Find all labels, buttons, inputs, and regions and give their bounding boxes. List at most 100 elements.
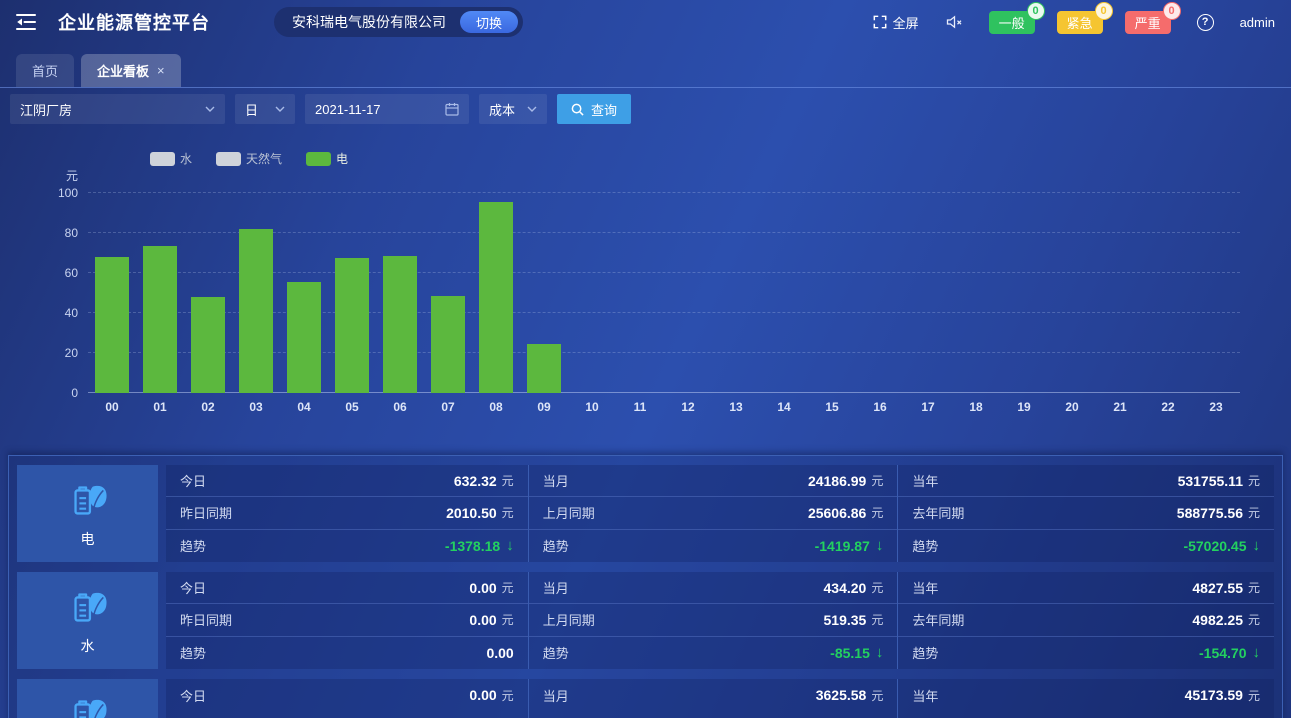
- energy-cell-趋势: 趋势-154.70↓: [898, 637, 1274, 669]
- chart-band: [952, 193, 1000, 393]
- x-tick-label: 03: [232, 400, 280, 414]
- date-input[interactable]: 2021-11-17: [305, 94, 469, 124]
- x-tick-label: 02: [184, 400, 232, 414]
- trend-down-arrow: ↓: [876, 537, 884, 554]
- chart-band: [760, 193, 808, 393]
- x-tick-label: 06: [376, 400, 424, 414]
- cell-value: 2010.50元: [446, 504, 514, 521]
- chart-x-axis: 0001020304050607080910111213141516171819…: [88, 400, 1240, 414]
- fullscreen-button[interactable]: 全屏: [873, 13, 919, 32]
- cell-value: 45173.59元: [1185, 687, 1260, 704]
- chart-band: [1048, 193, 1096, 393]
- y-tick-label: 40: [65, 306, 78, 320]
- energy-col: 当年531755.11元去年同期588775.56元趋势-57020.45↓: [897, 465, 1274, 562]
- energy-col: 今日0.00元: [166, 679, 528, 718]
- chart-band: [184, 193, 232, 393]
- sidebar-collapse-icon[interactable]: [16, 13, 36, 31]
- cell-label: 今日: [180, 578, 206, 597]
- date-value: 2021-11-17: [315, 102, 381, 117]
- search-icon: [571, 103, 584, 116]
- x-tick-label: 11: [616, 400, 664, 414]
- user-name[interactable]: admin: [1240, 15, 1275, 30]
- energy-cell-趋势: 趋势-57020.45↓: [898, 530, 1274, 562]
- energy-cell-当月: 当月24186.99元: [529, 465, 898, 497]
- energy-type-card-water: 水: [17, 572, 158, 669]
- cell-value: 531755.11元: [1178, 472, 1260, 489]
- chevron-down-icon: [205, 106, 215, 112]
- y-tick-label: 60: [65, 266, 78, 280]
- x-tick-label: 08: [472, 400, 520, 414]
- energy-cell-去年同期: 去年同期4982.25元: [898, 604, 1274, 636]
- energy-type-label: 水: [81, 636, 95, 656]
- energy-cell-昨日同期: 昨日同期2010.50元: [166, 497, 528, 529]
- switch-company-button[interactable]: 切换: [460, 11, 518, 33]
- tab-home[interactable]: 首页: [16, 54, 74, 87]
- chart-band: [1000, 193, 1048, 393]
- help-icon[interactable]: ?: [1197, 14, 1214, 31]
- energy-cell-今日: 今日0.00元: [166, 679, 528, 711]
- energy-cell-当月: 当月434.20元: [529, 572, 898, 604]
- unit-label: 元: [502, 504, 514, 521]
- x-tick-label: 15: [808, 400, 856, 414]
- fullscreen-label: 全屏: [893, 13, 919, 32]
- cell-label: 去年同期: [912, 503, 964, 522]
- cell-value: -1419.87↓: [815, 537, 884, 554]
- chart-band: [472, 193, 520, 393]
- chart-band: [88, 193, 136, 393]
- legend-label: 电: [336, 150, 348, 167]
- battery-leaf-icon: [65, 478, 111, 524]
- legend-item-水[interactable]: 水: [150, 150, 192, 167]
- energy-col: 当月434.20元上月同期519.35元趋势-85.15↓: [528, 572, 898, 669]
- site-select[interactable]: 江阴厂房: [10, 94, 225, 124]
- period-select[interactable]: 日: [235, 94, 295, 124]
- unit-label: 元: [1248, 472, 1260, 489]
- cell-value: 0.00元: [469, 611, 513, 628]
- period-select-value: 日: [245, 100, 258, 119]
- battery-leaf-icon: [65, 692, 111, 718]
- header-actions: 全屏 一般 0 紧急 0 严重 0 ? admin: [873, 11, 1275, 34]
- y-tick-label: 100: [58, 186, 78, 200]
- legend-item-天然气[interactable]: 天然气: [216, 150, 282, 167]
- chart-bars: [88, 193, 1240, 393]
- energy-row-electric: 电今日632.32元昨日同期2010.50元趋势-1378.18↓当月24186…: [17, 465, 1274, 562]
- cell-label: 今日: [180, 471, 206, 490]
- chart-band: [1144, 193, 1192, 393]
- cell-value: 24186.99元: [808, 472, 883, 489]
- cell-value: 3625.58元: [816, 687, 884, 704]
- mute-icon[interactable]: [945, 14, 963, 30]
- cell-label: 去年同期: [912, 610, 964, 629]
- legend-label: 天然气: [246, 150, 282, 167]
- unit-label: 元: [871, 579, 883, 596]
- tab-close-icon[interactable]: ×: [157, 63, 165, 78]
- alarm-label: 严重: [1135, 16, 1161, 31]
- alarm-button-severe[interactable]: 严重 0: [1125, 11, 1171, 34]
- energy-cell-昨日同期: 昨日同期0.00元: [166, 604, 528, 636]
- energy-cell-当年: 当年531755.11元: [898, 465, 1274, 497]
- company-name: 安科瑞电气股份有限公司: [292, 12, 446, 32]
- tab-label: 首页: [32, 61, 58, 80]
- x-tick-label: 00: [88, 400, 136, 414]
- cell-value: 0.00元: [469, 579, 513, 596]
- chart-band: [904, 193, 952, 393]
- query-button[interactable]: 查询: [557, 94, 631, 124]
- alarm-button-urgent[interactable]: 紧急 0: [1057, 11, 1103, 34]
- cell-label: 今日: [180, 686, 206, 705]
- calendar-icon: [445, 102, 459, 116]
- alarm-count-badge: 0: [1163, 2, 1181, 20]
- bar-电-09: [527, 344, 561, 393]
- energy-cell-趋势: 趋势-1419.87↓: [529, 530, 898, 562]
- energy-type-label: 电: [81, 529, 95, 549]
- bar-电-08: [479, 202, 513, 393]
- alarm-button-normal[interactable]: 一般 0: [989, 11, 1035, 34]
- cell-label: 上月同期: [543, 610, 595, 629]
- legend-item-电[interactable]: 电: [306, 150, 348, 167]
- metric-select[interactable]: 成本: [479, 94, 547, 124]
- energy-cell-当年: 当年45173.59元: [898, 679, 1274, 711]
- cell-label: 趋势: [912, 536, 938, 555]
- cell-value: 434.20元: [824, 579, 884, 596]
- tab-enterprise-board[interactable]: 企业看板 ×: [81, 54, 181, 87]
- unit-label: 元: [1248, 611, 1260, 628]
- unit-label: 元: [871, 687, 883, 704]
- trend-down-arrow: ↓: [1253, 537, 1261, 554]
- cell-label: 当月: [543, 686, 569, 705]
